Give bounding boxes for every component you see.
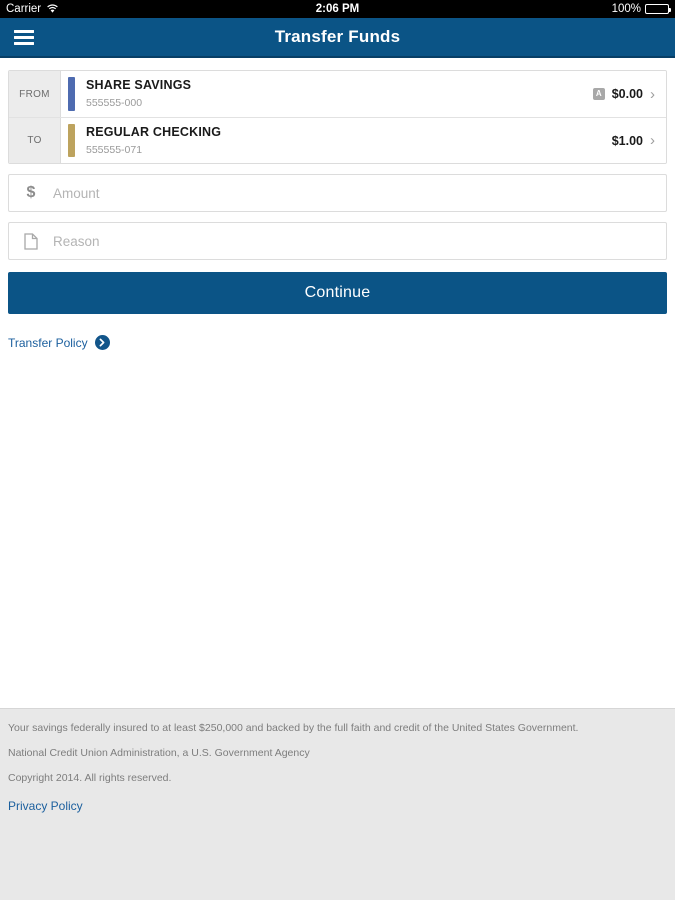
status-bar-time: 2:06 PM bbox=[315, 3, 360, 15]
from-account-balance: $0.00 bbox=[611, 87, 643, 101]
carrier-label: Carrier bbox=[6, 3, 42, 15]
continue-button[interactable]: Continue bbox=[8, 272, 667, 314]
status-bar-right: 100% bbox=[611, 3, 671, 15]
from-account-right: A $0.00 › bbox=[592, 71, 666, 117]
chevron-right-icon[interactable]: › bbox=[650, 133, 655, 148]
transfer-policy-link[interactable]: Transfer Policy bbox=[8, 335, 667, 350]
main-content: FROM SHARE SAVINGS 555555-000 A $0.00 › … bbox=[0, 70, 675, 350]
available-balance-badge: A bbox=[592, 88, 605, 100]
battery-percent-label: 100% bbox=[611, 3, 641, 15]
to-account-right: $1.00 › bbox=[612, 118, 666, 163]
privacy-policy-link[interactable]: Privacy Policy bbox=[8, 799, 83, 813]
page-title: Transfer Funds bbox=[274, 27, 401, 46]
status-bar-left: Carrier bbox=[6, 3, 59, 15]
chevron-right-icon[interactable]: › bbox=[650, 87, 655, 102]
document-icon bbox=[9, 232, 53, 250]
to-account-number: 555555-071 bbox=[86, 143, 143, 156]
from-label: FROM bbox=[9, 71, 61, 117]
footer-insurance-text: Your savings federally insured to at lea… bbox=[8, 722, 579, 734]
to-account-balance: $1.00 bbox=[611, 133, 643, 148]
status-bar: Carrier 2:06 PM 100% bbox=[0, 0, 675, 18]
reason-input[interactable] bbox=[53, 223, 666, 259]
dollar-sign-icon: $ bbox=[9, 184, 53, 202]
battery-full-icon bbox=[645, 4, 671, 14]
amount-input[interactable] bbox=[53, 175, 666, 211]
reason-field-wrapper[interactable] bbox=[8, 222, 667, 260]
to-account-info: REGULAR CHECKING 555555-071 bbox=[75, 118, 612, 163]
from-account-number: 555555-000 bbox=[86, 97, 143, 110]
to-account-name: REGULAR CHECKING bbox=[86, 124, 222, 139]
amount-field-wrapper[interactable]: $ bbox=[8, 174, 667, 212]
hamburger-menu-icon[interactable] bbox=[0, 17, 44, 57]
footer-ncua-text: National Credit Union Administration, a … bbox=[8, 747, 310, 760]
dollar-glyph: $ bbox=[26, 184, 36, 201]
account-selection-card: FROM SHARE SAVINGS 555555-000 A $0.00 › … bbox=[8, 70, 667, 164]
arrow-right-circle-icon[interactable] bbox=[94, 335, 110, 350]
to-label: TO bbox=[9, 118, 61, 163]
footer: Your savings federally insured to at lea… bbox=[0, 708, 675, 900]
to-account-row[interactable]: TO REGULAR CHECKING 555555-071 $1.00 › bbox=[9, 117, 666, 163]
from-account-color-bar bbox=[68, 77, 75, 111]
navigation-bar: Transfer Funds bbox=[0, 18, 675, 58]
wifi-icon bbox=[47, 4, 58, 13]
from-account-name: SHARE SAVINGS bbox=[86, 78, 192, 93]
footer-copyright-text: Copyright 2014. All rights reserved. bbox=[8, 772, 172, 785]
to-account-color-bar bbox=[68, 124, 75, 157]
from-account-info: SHARE SAVINGS 555555-000 bbox=[75, 71, 593, 117]
from-account-row[interactable]: FROM SHARE SAVINGS 555555-000 A $0.00 › bbox=[9, 71, 666, 117]
transfer-policy-label[interactable]: Transfer Policy bbox=[8, 336, 88, 350]
